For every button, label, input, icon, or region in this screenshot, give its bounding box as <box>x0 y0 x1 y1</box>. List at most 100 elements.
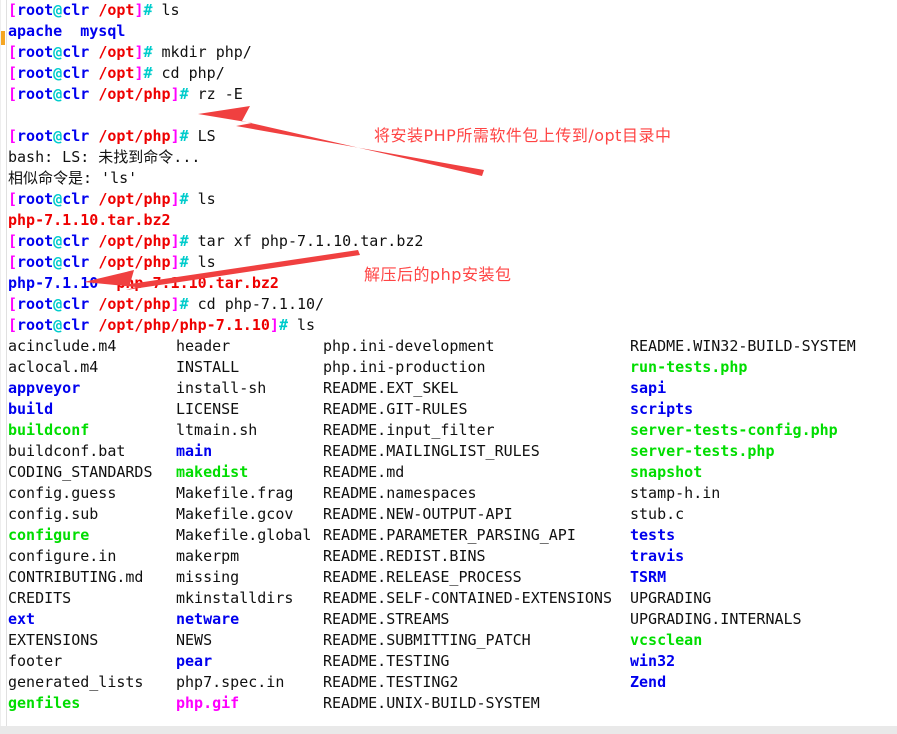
listing-entry[interactable]: makedist <box>176 462 323 483</box>
listing-entry[interactable]: missing <box>176 567 323 588</box>
listing-entry[interactable]: README.NEW-OUTPUT-API <box>323 504 630 525</box>
listing-entry[interactable]: server-tests.php <box>630 441 890 462</box>
listing-entry[interactable]: acinclude.m4 <box>8 336 176 357</box>
listing-entry[interactable]: install-sh <box>176 378 323 399</box>
listing-entry[interactable]: php.gif <box>176 693 323 714</box>
listing-entry[interactable]: configure.in <box>8 546 176 567</box>
listing-entry-name: Makefile.frag <box>176 484 294 502</box>
listing-entry[interactable]: php.ini-development <box>323 336 630 357</box>
terminal-output-area[interactable]: [root@clr /opt]# ls apache mysql [root@clr… <box>8 0 897 726</box>
listing-entry[interactable]: pear <box>176 651 323 672</box>
listing-entry[interactable]: README.md <box>323 462 630 483</box>
listing-entry[interactable]: footer <box>8 651 176 672</box>
directory-listing: acinclude.m4 header php.ini-development REA… <box>8 336 897 714</box>
listing-entry[interactable]: README.input_filter <box>323 420 630 441</box>
prompt-at-symbol: @ <box>53 232 63 250</box>
listing-entry[interactable]: README.REDIST.BINS <box>323 546 630 567</box>
listing-entry[interactable]: README.EXT_SKEL <box>323 378 630 399</box>
listing-entry[interactable]: vcsclean <box>630 630 890 651</box>
listing-entry-name: README.SELF-CONTAINED-EXTENSIONS <box>323 589 612 607</box>
listing-entry[interactable]: win32 <box>630 651 890 672</box>
listing-entry[interactable]: README.WIN32-BUILD-SYSTEM <box>630 336 890 357</box>
listing-entry[interactable]: README.TESTING <box>323 651 630 672</box>
listing-entry[interactable]: stamp-h.in <box>630 483 890 504</box>
listing-entry[interactable]: UPGRADING <box>630 588 890 609</box>
listing-entry[interactable]: tests <box>630 525 890 546</box>
prompt-close-bracket: ] <box>170 295 180 313</box>
listing-entry[interactable]: TSRM <box>630 567 890 588</box>
listing-entry[interactable]: README.RELEASE_PROCESS <box>323 567 630 588</box>
prompt-cwd: /opt <box>98 1 135 19</box>
listing-entry[interactable]: genfiles <box>8 693 176 714</box>
listing-entry[interactable]: Makefile.frag <box>176 483 323 504</box>
listing-entry[interactable]: README.namespaces <box>323 483 630 504</box>
listing-entry[interactable]: aclocal.m4 <box>8 357 176 378</box>
listing-entry[interactable]: README.PARAMETER_PARSING_API <box>323 525 630 546</box>
listing-entry[interactable] <box>630 693 890 714</box>
listing-entry[interactable]: Makefile.gcov <box>176 504 323 525</box>
listing-entry[interactable]: php7.spec.in <box>176 672 323 693</box>
listing-entry[interactable]: run-tests.php <box>630 357 890 378</box>
listing-entry[interactable]: buildconf <box>8 420 176 441</box>
listing-entry[interactable]: appveyor <box>8 378 176 399</box>
prompt-hash: # <box>278 316 288 334</box>
listing-entry[interactable]: Makefile.global <box>176 525 323 546</box>
prompt-at-symbol: @ <box>53 295 63 313</box>
listing-entry[interactable]: sapi <box>630 378 890 399</box>
listing-row: configure Makefile.global README.PARAMETER… <box>8 525 897 546</box>
listing-entry[interactable]: mkinstalldirs <box>176 588 323 609</box>
listing-entry[interactable]: README.UNIX-BUILD-SYSTEM <box>323 693 630 714</box>
listing-entry[interactable]: README.SUBMITTING_PATCH <box>323 630 630 651</box>
listing-entry[interactable]: EXTENSIONS <box>8 630 176 651</box>
prompt-host: clr <box>62 127 90 145</box>
listing-entry[interactable]: UPGRADING.INTERNALS <box>630 609 890 630</box>
listing-entry[interactable]: header <box>176 336 323 357</box>
listing-entry[interactable]: README.TESTING2 <box>323 672 630 693</box>
listing-entry[interactable]: makerpm <box>176 546 323 567</box>
listing-entry-name: Makefile.global <box>176 526 312 544</box>
listing-entry[interactable]: config.guess <box>8 483 176 504</box>
listing-entry[interactable]: NEWS <box>176 630 323 651</box>
listing-entry[interactable]: build <box>8 399 176 420</box>
listing-entry[interactable]: buildconf.bat <box>8 441 176 462</box>
prompt-user: root <box>17 64 54 82</box>
listing-entry[interactable]: travis <box>630 546 890 567</box>
listing-entry[interactable]: README.SELF-CONTAINED-EXTENSIONS <box>323 588 630 609</box>
listing-entry-name: appveyor <box>8 379 81 397</box>
listing-entry[interactable]: Zend <box>630 672 890 693</box>
listing-entry-name: php.ini-production <box>323 358 486 376</box>
prompt-host: clr <box>62 85 90 103</box>
listing-entry[interactable]: README.STREAMS <box>323 609 630 630</box>
listing-entry[interactable]: CODING_STANDARDS <box>8 462 176 483</box>
listing-entry[interactable]: ext <box>8 609 176 630</box>
listing-entry-name: TSRM <box>630 568 667 586</box>
listing-entry[interactable]: configure <box>8 525 176 546</box>
listing-entry[interactable]: config.sub <box>8 504 176 525</box>
listing-entry-name: README.EXT_SKEL <box>323 379 459 397</box>
listing-entry[interactable]: ltmain.sh <box>176 420 323 441</box>
prompt-cwd: /opt/php <box>98 232 171 250</box>
listing-entry[interactable]: README.GIT-RULES <box>323 399 630 420</box>
listing-entry[interactable]: LICENSE <box>176 399 323 420</box>
listing-entry[interactable]: scripts <box>630 399 890 420</box>
listing-entry[interactable]: snapshot <box>630 462 890 483</box>
listing-entry[interactable]: netware <box>176 609 323 630</box>
listing-entry[interactable]: server-tests-config.php <box>630 420 890 441</box>
terminal-command: cd php-7.1.10/ <box>188 295 325 313</box>
listing-entry-name: README.NEW-OUTPUT-API <box>323 505 513 523</box>
listing-entry[interactable]: generated_lists <box>8 672 176 693</box>
listing-entry[interactable]: main <box>176 441 323 462</box>
listing-entry-name: configure <box>8 526 90 544</box>
prompt-host: clr <box>62 64 90 82</box>
listing-entry[interactable]: README.MAILINGLIST_RULES <box>323 441 630 462</box>
listing-entry[interactable]: CREDITS <box>8 588 176 609</box>
listing-entry[interactable]: php.ini-production <box>323 357 630 378</box>
prompt-open-bracket: [ <box>8 316 18 334</box>
prompt-at-symbol: @ <box>53 85 63 103</box>
listing-entry[interactable]: CONTRIBUTING.md <box>8 567 176 588</box>
listing-entry[interactable]: INSTALL <box>176 357 323 378</box>
listing-entry[interactable]: stub.c <box>630 504 890 525</box>
